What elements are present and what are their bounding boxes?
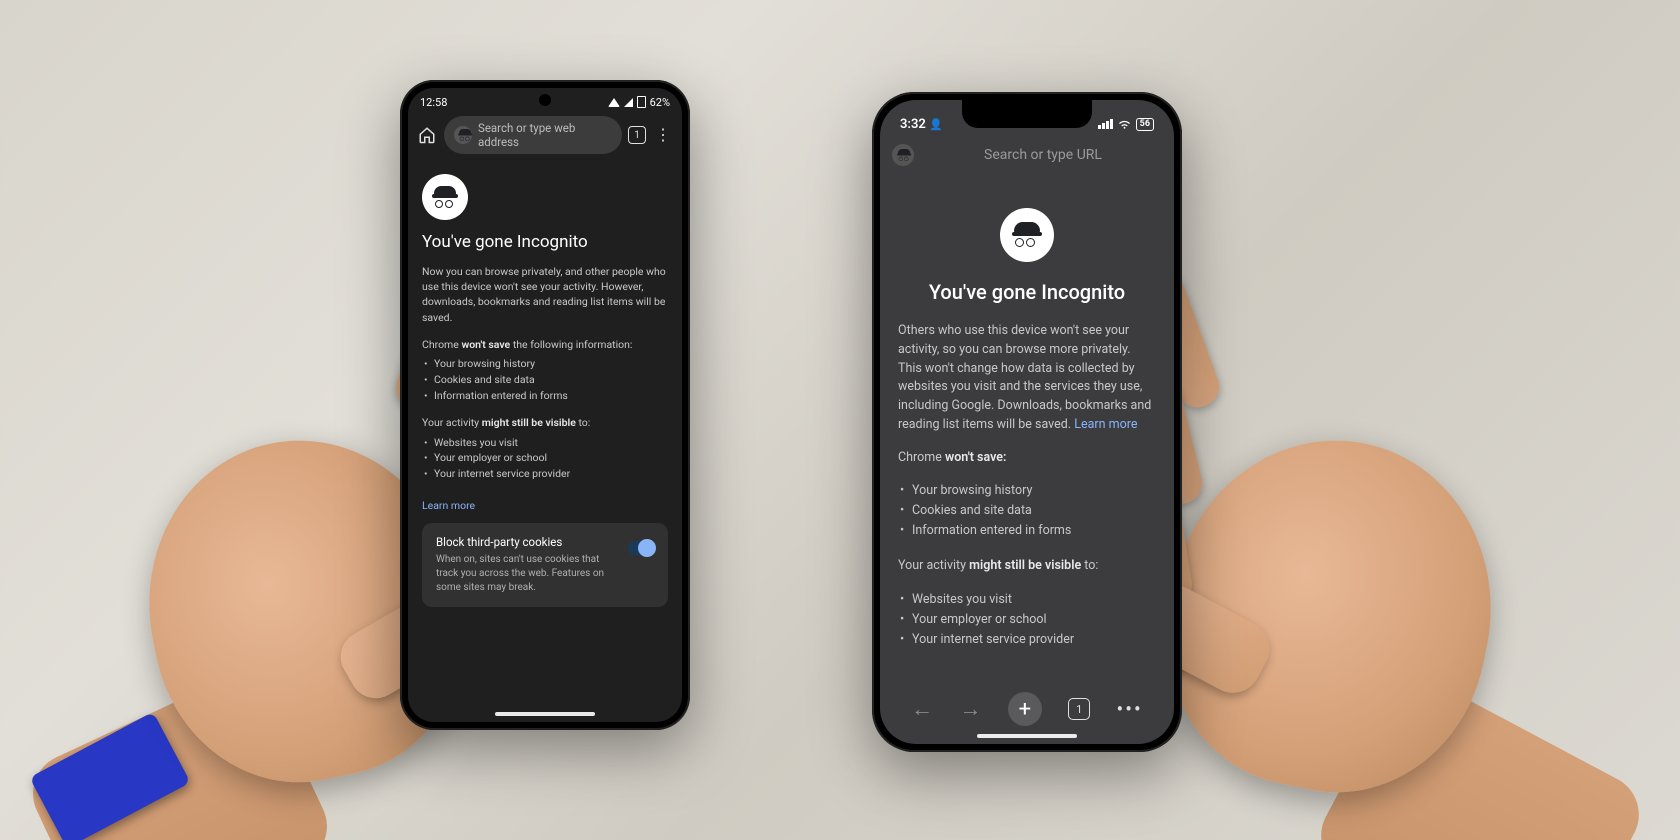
- list-item: Your internet service provider: [422, 466, 668, 482]
- list-item: Your browsing history: [898, 481, 1156, 501]
- learn-more-link[interactable]: Learn more: [422, 499, 475, 512]
- omnibox-placeholder: Search or type web address: [478, 121, 612, 149]
- forward-icon[interactable]: →: [960, 696, 982, 722]
- list-item: Your internet service provider: [898, 630, 1156, 650]
- page-title: You've gone Incognito: [422, 232, 668, 252]
- list-item: Your employer or school: [422, 450, 668, 466]
- tab-count: 1: [1076, 703, 1082, 716]
- list-item: Information entered in forms: [898, 521, 1156, 541]
- incognito-hero-icon: [422, 174, 468, 220]
- overflow-menu-icon[interactable]: ⋮: [652, 124, 674, 146]
- omnibox[interactable]: Search or type web address: [444, 116, 622, 154]
- status-time: 12:58: [420, 96, 447, 109]
- cookie-block-toggle[interactable]: [628, 541, 654, 555]
- wont-save-list: Your browsing history Cookies and site d…: [422, 356, 668, 403]
- wont-save-list: Your browsing history Cookies and site d…: [898, 481, 1156, 541]
- gesture-bar: [977, 734, 1077, 738]
- wont-save-heading: Chrome won't save:: [898, 449, 1156, 468]
- ios-phone: 3:32 👤 56 Search or type URL You've gone…: [872, 92, 1182, 752]
- list-item: Websites you visit: [422, 435, 668, 451]
- list-item: Cookies and site data: [422, 372, 668, 388]
- cookie-card-title: Block third-party cookies: [436, 535, 618, 549]
- learn-more-link[interactable]: Learn more: [1074, 417, 1137, 432]
- ios-bottom-toolbar: ← → + 1 •••: [880, 692, 1174, 726]
- list-item: Websites you visit: [898, 590, 1156, 610]
- battery-percent: 62%: [650, 96, 670, 109]
- intro-paragraph: Now you can browse privately, and other …: [422, 264, 668, 325]
- android-phone: 12:58 62% Search or type web address 1 ⋮…: [400, 80, 690, 730]
- back-icon[interactable]: ←: [911, 696, 933, 722]
- wont-save-heading: Chrome won't save the following informat…: [422, 337, 668, 352]
- battery-icon: [637, 96, 646, 108]
- tab-switcher-button[interactable]: 1: [1068, 698, 1090, 720]
- wrist-watch-band: [29, 712, 190, 840]
- list-item: Your employer or school: [898, 610, 1156, 630]
- signal-icon: [1098, 119, 1113, 129]
- page-title: You've gone Incognito: [898, 280, 1156, 304]
- incognito-icon: [454, 126, 472, 144]
- ios-incognito-page: You've gone Incognito Others who use thi…: [880, 172, 1174, 650]
- battery-badge: 56: [1136, 118, 1154, 131]
- list-item: Cookies and site data: [898, 501, 1156, 521]
- tab-count: 1: [634, 130, 640, 141]
- omnibox[interactable]: Search or type URL: [924, 147, 1162, 163]
- ios-toolbar: Search or type URL: [880, 138, 1174, 172]
- might-visible-heading: Your activity might still be visible to:: [422, 415, 668, 430]
- android-toolbar: Search or type web address 1 ⋮: [408, 112, 682, 158]
- android-incognito-page: You've gone Incognito Now you can browse…: [408, 158, 682, 607]
- cookie-card-desc: When on, sites can't use cookies that tr…: [436, 553, 618, 595]
- status-time: 3:32: [900, 117, 926, 132]
- signal-icon: [624, 98, 633, 107]
- cookie-block-card: Block third-party cookies When on, sites…: [422, 523, 668, 607]
- might-visible-heading: Your activity might still be visible to:: [898, 557, 1156, 576]
- intro-paragraph: Others who use this device won't see you…: [898, 322, 1156, 435]
- wifi-icon: [1117, 119, 1132, 130]
- might-visible-list: Websites you visit Your employer or scho…: [898, 590, 1156, 650]
- camera-punch-hole: [539, 94, 551, 106]
- omnibox-placeholder: Search or type URL: [984, 147, 1102, 163]
- home-icon[interactable]: [416, 124, 438, 146]
- overflow-menu-icon[interactable]: •••: [1117, 697, 1143, 721]
- incognito-hero-icon: [1000, 208, 1054, 262]
- iphone-notch: [962, 100, 1092, 128]
- tab-switcher-button[interactable]: 1: [628, 126, 646, 144]
- gesture-bar: [495, 712, 595, 716]
- new-tab-button[interactable]: +: [1008, 692, 1042, 726]
- incognito-icon: [892, 144, 914, 166]
- might-visible-list: Websites you visit Your employer or scho…: [422, 435, 668, 482]
- list-item: Information entered in forms: [422, 388, 668, 404]
- list-item: Your browsing history: [422, 356, 668, 372]
- wifi-icon: [608, 98, 620, 107]
- person-icon: 👤: [929, 118, 943, 131]
